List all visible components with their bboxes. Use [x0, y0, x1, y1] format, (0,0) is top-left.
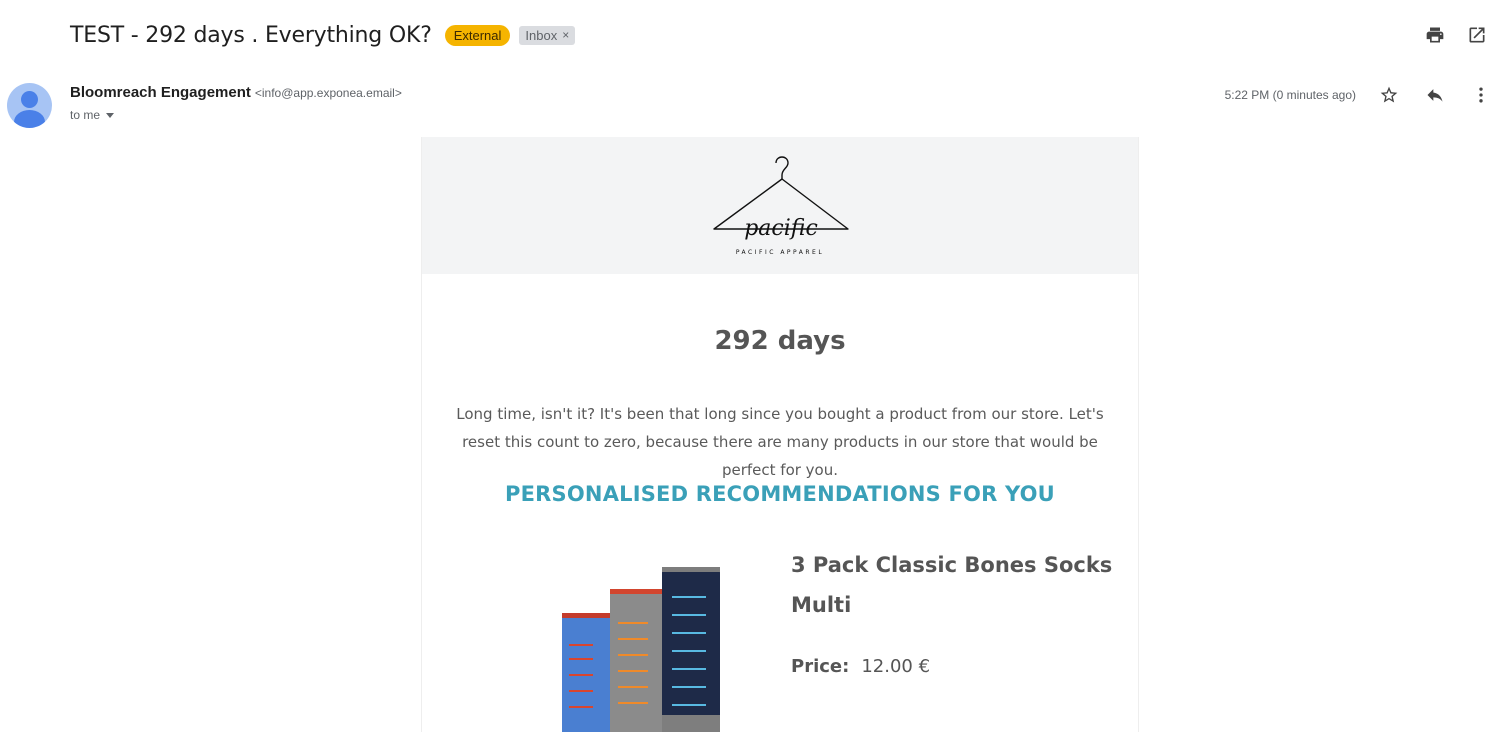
- label-inbox-text: Inbox: [525, 27, 558, 43]
- product-image-socks[interactable]: [554, 567, 726, 732]
- reply-icon[interactable]: [1424, 84, 1446, 106]
- logo-caption: PACIFIC APPAREL: [735, 249, 825, 256]
- product-price: Price: 12.00 €: [791, 656, 930, 677]
- email-subject: TEST - 292 days . Everything OK?: [70, 22, 432, 48]
- price-label: Price:: [791, 656, 850, 677]
- email-intro: Long time, isn't it? It's been that long…: [456, 405, 1104, 479]
- recipient-details-toggle[interactable]: to me: [70, 108, 115, 122]
- message-meta: 5:22 PM (0 minutes ago): [1225, 84, 1492, 106]
- sender-email: <info@app.exponea.email>: [254, 86, 402, 100]
- sender-avatar[interactable]: [7, 83, 52, 128]
- recommendations-heading: PERSONALISED RECOMMENDATIONS FOR YOU: [505, 482, 1055, 506]
- print-icon[interactable]: [1424, 24, 1446, 46]
- message-timestamp: 5:22 PM (0 minutes ago): [1224, 88, 1356, 102]
- chevron-down-icon: [106, 112, 115, 118]
- hanger-logo: pacific: [713, 156, 849, 241]
- logo-script-text: pacific: [744, 216, 818, 241]
- email-brand-header: pacific PACIFIC APPAREL: [422, 137, 1138, 274]
- label-inbox-chip[interactable]: Inbox ×: [519, 25, 576, 45]
- recipient-text: to me: [70, 108, 101, 122]
- avatar-head: [21, 91, 38, 108]
- email-body: pacific PACIFIC APPAREL 292 days Long ti…: [421, 137, 1139, 732]
- remove-label-icon[interactable]: ×: [562, 28, 569, 42]
- sender-row: Bloomreach Engagement <info@app.exponea.…: [70, 84, 402, 101]
- star-icon[interactable]: [1378, 84, 1400, 106]
- sender-name[interactable]: Bloomreach Engagement: [70, 84, 251, 101]
- label-external-badge: External: [444, 24, 511, 46]
- thread-actions: [1424, 24, 1488, 46]
- email-headline: 292 days: [714, 326, 846, 356]
- product-title[interactable]: 3 Pack Classic Bones Socks Multi: [791, 545, 1121, 625]
- subject-row: TEST - 292 days . Everything OK? Externa…: [70, 18, 576, 52]
- more-vert-icon[interactable]: [1470, 84, 1492, 106]
- open-in-new-window-icon[interactable]: [1466, 24, 1488, 46]
- avatar-body: [14, 110, 45, 128]
- price-value: 12.00 €: [861, 656, 931, 677]
